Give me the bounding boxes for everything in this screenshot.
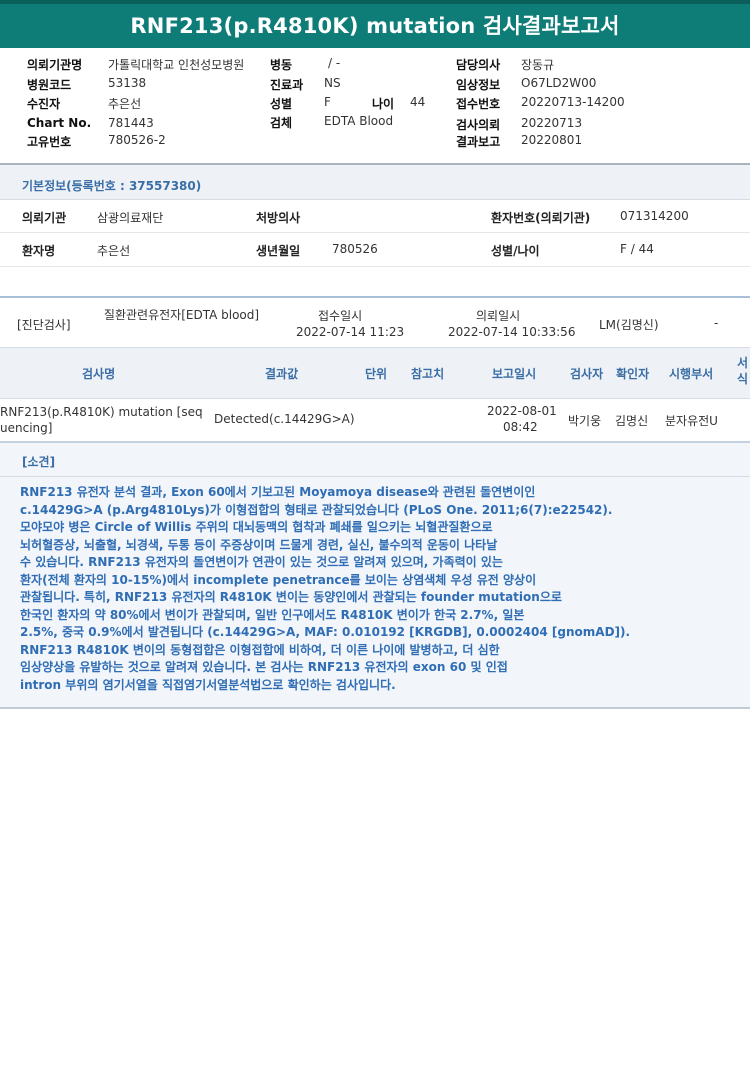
result-report-time: 08:42 [503,420,538,434]
report-date-label: 결과보고 [456,135,501,149]
request-datetime-label: 의뢰일시 [476,309,521,323]
findings-line: RNF213 R4810K 변이의 동형접합은 이형접합에 비하여, 더 이른 … [20,642,500,657]
result-department: 분자유전U [665,414,718,428]
col-result: 결과값 [265,367,299,381]
request-datetime-value: 2022-07-14 10:33:56 [448,325,576,339]
age-value: 44 [410,95,426,109]
diagnostic-category: [진단검사] [17,318,71,332]
sex-age-label: 성별/나이 [491,244,540,258]
result-confirmer: 김명신 [615,414,649,428]
department-value: NS [324,76,341,90]
hospital-code-label: 병원코드 [27,78,72,92]
findings-line: 한국인 환자의 약 80%에서 변이가 관찰되며, 일반 인구에서도 R4810… [20,607,525,622]
requesting-institution-label: 의뢰기관명 [27,58,83,72]
basic-info-bottom-divider [0,266,750,267]
hospital-code-value: 53138 [108,76,147,90]
col-form: 서식 [737,356,749,386]
birth-label: 생년월일 [256,244,301,258]
result-report-date: 2022-08-01 [487,404,557,418]
col-unit: 단위 [365,367,388,381]
recipient-value: 추은선 [108,97,142,111]
col-department: 시행부서 [669,367,714,381]
receipt-no-label: 접수번호 [456,97,501,111]
receipt-datetime-value: 2022-07-14 11:23 [296,325,405,339]
diagnostic-divider [0,296,750,298]
prescriber-label: 처방의사 [256,211,301,225]
institution-label: 의뢰기관 [22,211,67,225]
col-reference: 참고치 [411,367,445,381]
receipt-datetime-label: 접수일시 [318,309,363,323]
department-label: 진료과 [270,78,304,92]
receipt-no-value: 20220713-14200 [521,95,625,109]
col-tester: 검사자 [570,367,604,381]
basic-info-title: 기본정보(등록번호 : 37557380) [22,179,202,193]
col-confirmer: 확인자 [616,367,650,381]
patient-no-value: 071314200 [620,209,689,223]
request-date-value: 20220713 [521,116,583,130]
basic-info-divider [0,232,750,233]
findings-line: 모야모야 병은 Circle of Willis 주위의 대뇌동맥의 협착과 폐… [20,520,493,534]
sex-age-value: F / 44 [620,242,654,256]
patient-no-label: 환자번호(의뢰기관) [491,211,591,225]
col-report-datetime: 보고일시 [492,367,537,381]
institution-value: 삼광의료재단 [97,211,164,225]
col-test-name: 검사명 [82,367,116,381]
chart-no-label: Chart No. [27,116,92,130]
clinical-info-value: O67LD2W00 [521,76,597,90]
result-test-name[interactable]: RNF213(p.R4810K) mutation [sequencing] [0,404,205,436]
specimen-label: 검체 [270,116,293,130]
findings-line: 뇌허혈증상, 뇌출혈, 뇌경색, 두통 등이 주증상이며 드물게 경련, 실신,… [20,537,498,552]
findings-line: 수 있습니다. RNF213 유전자의 돌연변이가 연관이 있는 것으로 알려져… [20,555,503,569]
birth-value: 780526 [332,242,378,256]
findings-line: c.14429G>A (p.Arg4810Lys)가 이형접합의 형태로 관찰되… [20,502,613,517]
findings-bottom-divider [0,707,750,709]
requesting-institution-value: 가톨릭대학교 인천성모병원 [108,58,245,72]
result-tester: 박기웅 [568,414,602,428]
findings-line: 2.5%, 중국 0.9%에서 발견됩니다 (c.14429G>A, MAF: … [20,625,631,639]
report-title: RNF213(p.R4810K) mutation 검사결과보고서 [0,0,750,48]
lab-name: LM(김명신) [599,318,659,332]
findings-line: intron 부위의 염기서열을 직접염기서열분석법으로 확인하는 검사입니다. [20,677,396,692]
findings-line: 임상양상을 유발하는 것으로 알려져 있습니다. 본 검사는 RNF213 유전… [20,660,508,674]
physician-label: 담당의사 [456,58,501,72]
request-date-label: 검사의뢰 [456,118,501,132]
chart-no-value: 781443 [108,116,154,130]
patient-name-value: 추은선 [97,244,131,258]
lab-dash: - [714,316,719,330]
diagnostic-test-group: 질환관련유전자[EDTA blood] [103,308,260,322]
ward-value: / - [328,56,341,70]
specimen-value: EDTA Blood [324,114,394,128]
sex-value: F [324,95,331,109]
ward-label: 병동 [270,58,293,72]
findings-text: RNF213 유전자 분석 결과, Exon 60에서 기보고된 Moyamoy… [20,484,732,694]
findings-line: 환자(전체 환자의 10-15%)에서 incomplete penetranc… [20,572,537,587]
unique-no-value: 780526-2 [108,133,166,147]
recipient-label: 수진자 [27,97,61,111]
clinical-info-label: 임상정보 [456,78,501,92]
report-date-value: 20220801 [521,133,583,147]
patient-name-label: 환자명 [22,244,56,258]
findings-title: [소견] [22,455,56,469]
unique-no-label: 고유번호 [27,135,72,149]
findings-title-divider [0,476,750,477]
result-value: Detected(c.14429G>A) [214,412,355,426]
physician-value: 장동규 [521,58,555,72]
findings-line: 관찰됩니다. 특히, RNF213 유전자의 R4810K 변이는 동양인에서 … [20,590,562,604]
findings-line: RNF213 유전자 분석 결과, Exon 60에서 기보고된 Moyamoy… [20,485,536,499]
age-label: 나이 [372,97,395,111]
sex-label: 성별 [270,97,293,111]
